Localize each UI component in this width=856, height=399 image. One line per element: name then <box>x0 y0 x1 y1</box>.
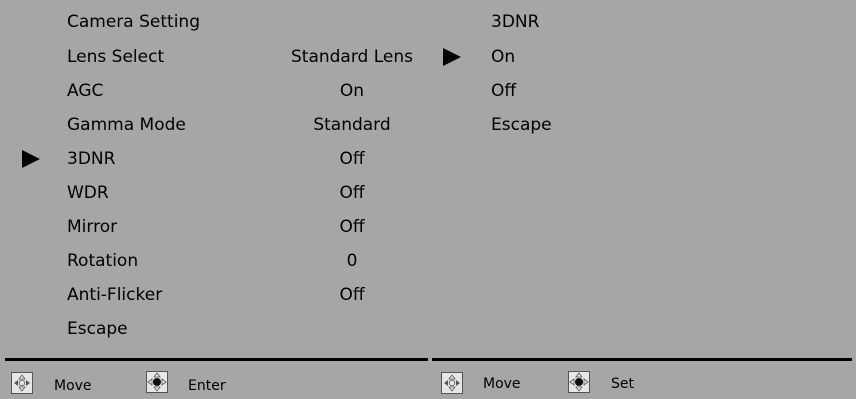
menu-item-label: 3DNR <box>67 149 116 169</box>
menu-item-agc[interactable]: AGC On <box>0 74 428 108</box>
submenu-option-on[interactable]: On <box>443 40 516 74</box>
menu-item-value: 0 <box>346 251 358 271</box>
dpad-center-icon <box>146 371 168 393</box>
set-hint-label: Set <box>611 376 634 392</box>
menu-item-gamma-mode[interactable]: Gamma Mode Standard <box>0 108 428 142</box>
menu-item-value: Off <box>339 217 365 237</box>
menu-item-anti-flicker[interactable]: Anti-Flicker Off <box>0 278 428 312</box>
menu-item-value: On <box>339 81 365 101</box>
submenu-option-label: Off <box>491 81 517 101</box>
camera-menu-title-text: Camera Setting <box>67 12 200 32</box>
submenu-option-label: On <box>491 47 516 67</box>
menu-item-lens-select[interactable]: Lens Select Standard Lens <box>0 40 428 74</box>
selection-cursor-icon <box>443 48 461 66</box>
enter-hint-label: Enter <box>188 378 226 394</box>
submenu-option-off[interactable]: Off <box>491 74 516 108</box>
submenu-option-label: Escape <box>491 115 552 135</box>
menu-item-value: Off <box>339 149 365 169</box>
submenu-option-escape[interactable]: Escape <box>491 108 552 142</box>
menu-item-label: Anti-Flicker <box>67 285 163 305</box>
menu-item-escape[interactable]: Escape <box>0 312 428 346</box>
dpad-left-right-icon <box>441 372 463 394</box>
divider <box>432 358 852 361</box>
move-hint-label: Move <box>483 376 521 392</box>
menu-item-label: AGC <box>67 81 104 101</box>
menu-item-label: Gamma Mode <box>67 115 186 135</box>
menu-item-value: Off <box>339 285 365 305</box>
divider <box>5 358 428 361</box>
dpad-center-icon <box>568 371 590 393</box>
menu-item-wdr[interactable]: WDR Off <box>0 176 428 210</box>
menu-item-label: Lens Select <box>67 47 165 67</box>
menu-item-3dnr[interactable]: 3DNR Off <box>0 142 428 176</box>
menu-item-label: WDR <box>67 183 109 203</box>
menu-item-label: Rotation <box>67 251 139 271</box>
menu-item-label: Escape <box>67 319 128 339</box>
menu-item-label: Mirror <box>67 217 118 237</box>
selection-cursor-icon <box>22 150 40 168</box>
menu-item-value: Standard Lens <box>290 47 413 67</box>
menu-item-rotation[interactable]: Rotation 0 <box>0 244 428 278</box>
menu-item-value: Standard <box>313 115 391 135</box>
menu-item-mirror[interactable]: Mirror Off <box>0 210 428 244</box>
dpad-left-right-icon <box>11 372 33 394</box>
submenu-title: 3DNR <box>491 12 540 32</box>
move-hint-label: Move <box>54 378 92 394</box>
menu-item-value: Off <box>339 183 365 203</box>
